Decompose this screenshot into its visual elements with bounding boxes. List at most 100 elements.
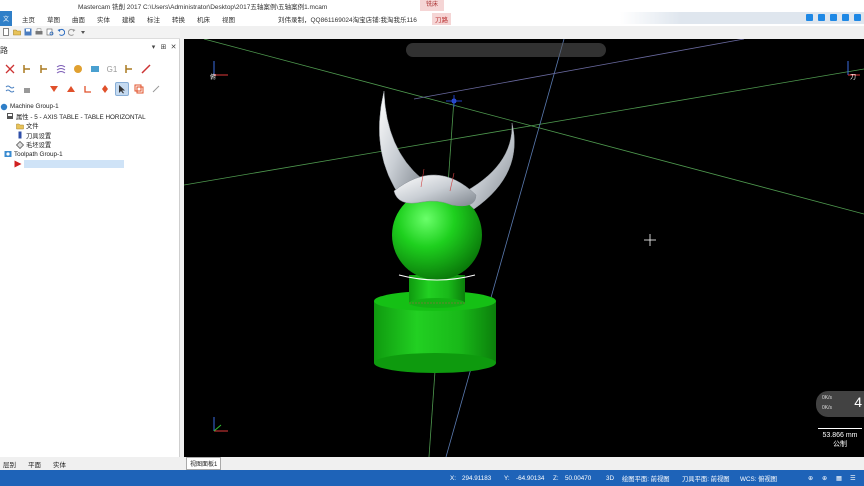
- recording-notice: 刘伟录制，QQ861169024淘宝店铺:我淘我乐116: [278, 17, 417, 24]
- panel-buttons: ▾ ⊞ ✕: [150, 44, 177, 51]
- wcs[interactable]: WCS: 俯视图: [740, 474, 777, 483]
- move-down-icon[interactable]: [47, 82, 61, 96]
- window-title: Mastercam 铣削 2017 C:\Users\Administrator…: [78, 3, 328, 11]
- select-pointer-icon[interactable]: [115, 82, 129, 96]
- move-up-icon[interactable]: [64, 82, 78, 96]
- graphics-viewport[interactable]: 俯 刀 0K/s 0K/s 4 53.866 mm 公制: [184, 39, 864, 457]
- properties-icon: [7, 113, 13, 120]
- redo-icon[interactable]: [68, 28, 76, 36]
- toolpath-toolbar-row-1: G1: [0, 59, 180, 79]
- tab-surface[interactable]: 曲面: [72, 14, 85, 24]
- tree-item-files[interactable]: 文件: [0, 121, 180, 131]
- file-tab[interactable]: 文: [0, 11, 12, 26]
- scale-unit: 公制: [833, 441, 847, 448]
- tab-view[interactable]: 视图: [222, 14, 235, 24]
- shirt-icon[interactable]: [842, 14, 849, 21]
- y-label: Y:: [504, 474, 510, 482]
- keyboard-icon[interactable]: [806, 14, 813, 21]
- network-monitor-widget[interactable]: 0K/s 0K/s 4: [816, 391, 864, 417]
- view-label-top: 俯: [210, 73, 216, 81]
- insert-arrow-icon: [14, 160, 22, 168]
- machine-group-icon: [0, 103, 8, 110]
- tab-solid[interactable]: 实体: [97, 14, 110, 24]
- more-options-icon[interactable]: [149, 82, 163, 96]
- y-coordinate: -64.90134: [516, 474, 545, 482]
- grid-lines: [184, 39, 864, 457]
- simulate-icon[interactable]: [88, 62, 102, 76]
- globe-icon[interactable]: ⊕: [808, 475, 813, 482]
- operations-tree: Machine Group-1 属性 - 5 - AXIS TABLE - TA…: [0, 102, 180, 169]
- settings-icon[interactable]: ☰: [850, 475, 856, 482]
- z-coordinate: 50.00470: [565, 474, 592, 482]
- post-g1-icon[interactable]: G1: [105, 62, 119, 76]
- expand-icon[interactable]: [98, 82, 112, 96]
- tab-planes[interactable]: 平面: [28, 459, 41, 469]
- horns[interactable]: [379, 90, 515, 210]
- panel-title: 路: [0, 46, 8, 55]
- tree-item-tool-settings[interactable]: 刀具设置: [0, 131, 180, 141]
- grid-display-icon[interactable]: ▦: [836, 475, 842, 482]
- copy-icon[interactable]: [132, 82, 146, 96]
- tab-dimension[interactable]: 标注: [147, 14, 160, 24]
- viewport-floating-toolbar[interactable]: [406, 43, 606, 57]
- scene-svg: 俯 刀: [184, 39, 864, 457]
- regenerate-all-icon[interactable]: [54, 62, 68, 76]
- globe-alt-icon[interactable]: ⊕: [822, 475, 827, 482]
- smile-icon[interactable]: [830, 14, 837, 21]
- tool-plane[interactable]: 刀具平面: 前视图: [682, 474, 730, 483]
- viewsheet-tabs: 视图面板1: [184, 457, 864, 470]
- regenerate-dirty-icon[interactable]: [71, 62, 85, 76]
- status-bar: X: 294.91183 Y: -64.90134 Z: 50.00470 3D…: [0, 470, 864, 486]
- tab-levels[interactable]: 层别: [3, 459, 16, 469]
- title-bar: Mastercam 铣削 2017 C:\Users\Administrator…: [0, 0, 864, 11]
- tab-viewsheet-1[interactable]: 视图面板1: [186, 457, 222, 470]
- wave-icon[interactable]: [3, 82, 17, 96]
- undo-icon[interactable]: [57, 28, 65, 36]
- print-icon[interactable]: [35, 28, 43, 36]
- crosshair-cursor: [644, 234, 656, 246]
- mode-3d-toggle[interactable]: 3D: [606, 475, 614, 482]
- tree-item-toolpath-group[interactable]: Toolpath Group-1: [0, 150, 180, 160]
- tree-item-label: 刀具设置: [26, 132, 52, 140]
- open-folder-icon[interactable]: [13, 28, 21, 36]
- tree-item-label: 属性 - 5 - AXIS TABLE - TABLE HORIZONTAL: [16, 113, 146, 121]
- tree-item-machine-group[interactable]: Machine Group-1: [0, 102, 180, 112]
- monitor-row: 0K/s: [822, 405, 833, 411]
- print-preview-icon[interactable]: [46, 28, 54, 36]
- top-left-view-triad: 俯: [210, 61, 228, 81]
- tree-item-properties[interactable]: 属性 - 5 - AXIS TABLE - TABLE HORIZONTAL: [0, 112, 180, 122]
- post-output-icon[interactable]: [122, 62, 136, 76]
- customize-dropdown-icon[interactable]: [79, 28, 87, 36]
- x-label: X:: [450, 474, 456, 482]
- tab-transform[interactable]: 转换: [172, 14, 185, 24]
- tree-item-stock-settings[interactable]: 毛坯设置: [0, 140, 180, 150]
- select-tool-alt-icon[interactable]: [37, 62, 51, 76]
- view-label-right: 刀: [850, 74, 856, 81]
- save-icon[interactable]: [24, 28, 32, 36]
- pin-icon[interactable]: ▾: [150, 44, 157, 51]
- tree-item-insert-point[interactable]: [0, 159, 180, 169]
- tab-model[interactable]: 建模: [122, 14, 135, 24]
- auto-hide-icon[interactable]: ⊞: [160, 44, 167, 51]
- lock-icon[interactable]: [20, 82, 34, 96]
- tab-toolpath[interactable]: 刀路: [432, 12, 451, 25]
- grid-icon[interactable]: [854, 14, 861, 21]
- tree-item-label: Toolpath Group-1: [14, 150, 63, 158]
- monitor-number: 4: [854, 394, 862, 410]
- tab-sketch[interactable]: 草图: [47, 14, 60, 24]
- drawing-plane[interactable]: 绘图平面: 前视图: [622, 474, 670, 483]
- tab-solids[interactable]: 实体: [53, 459, 66, 469]
- monitor-row: 0K/s: [822, 395, 833, 401]
- close-icon[interactable]: ✕: [170, 44, 177, 51]
- insert-arrow-tool-icon[interactable]: [81, 82, 95, 96]
- highspeed-icon[interactable]: [139, 62, 153, 76]
- new-file-icon[interactable]: [2, 28, 10, 36]
- select-all-icon[interactable]: [3, 62, 17, 76]
- tab-home[interactable]: 主页: [22, 14, 35, 24]
- microphone-icon[interactable]: [818, 14, 825, 21]
- mode-tab[interactable]: 铣床: [420, 0, 445, 11]
- z-label: Z:: [553, 474, 559, 482]
- tab-machine[interactable]: 机床: [197, 14, 210, 24]
- select-tool-icon[interactable]: [20, 62, 34, 76]
- tree-item-label: [24, 159, 124, 168]
